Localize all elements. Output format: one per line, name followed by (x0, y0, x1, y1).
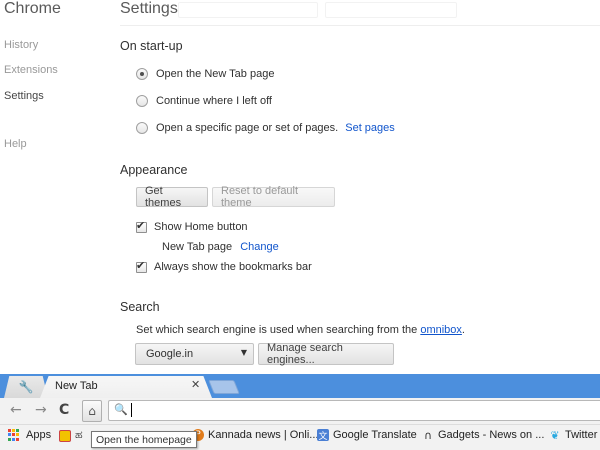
translate-icon: 文 (317, 429, 329, 442)
nav-item-extensions[interactable]: Extensions (4, 64, 58, 76)
close-icon[interactable]: ✕ (191, 378, 200, 391)
faded-overlay-field (178, 2, 318, 18)
search-description-end: . (461, 324, 465, 336)
nav-item-history[interactable]: History (4, 39, 38, 51)
faded-overlay-field (325, 2, 457, 18)
startup-option-new-tab[interactable]: Open the New Tab page (136, 68, 274, 80)
radio-button-checked[interactable] (136, 68, 148, 80)
radio-button[interactable] (136, 95, 148, 107)
appearance-section-title: Appearance (120, 163, 188, 177)
header-divider (120, 25, 600, 26)
search-engine-selected: Google.in (146, 348, 194, 360)
bookmark-icon (59, 429, 71, 442)
search-description: Set which search engine is used when sea… (136, 324, 465, 336)
headphones-icon: ∩ (423, 428, 433, 442)
radio-label: Open the New Tab page (156, 68, 275, 80)
bookmark-label: Twitter (565, 429, 598, 441)
bookmark-gadgets[interactable]: ∩ Gadgets - News on ... (422, 428, 545, 442)
dropdown-arrow-icon: ▼ (240, 348, 247, 357)
checkbox-label: Always show the bookmarks bar (154, 261, 312, 273)
home-page-change-link[interactable]: Change (240, 241, 279, 253)
twitter-icon: ❦ (550, 428, 560, 442)
home-page-value: New Tab page (162, 241, 233, 253)
omnibox-link[interactable]: omnibox (420, 324, 462, 336)
startup-option-specific-pages[interactable]: Open a specific page or set of pages. Se… (136, 122, 395, 134)
reset-theme-button[interactable]: Reset to default theme (212, 185, 335, 209)
radio-label: Open a specific page or set of pages. (156, 122, 339, 134)
set-pages-link[interactable]: Set pages (345, 122, 395, 134)
radio-button[interactable] (136, 122, 148, 134)
page-title: Settings (120, 0, 178, 17)
get-themes-button[interactable]: Get themes (136, 185, 208, 209)
chrome-settings-window: Chrome History Extensions Settings Help … (0, 0, 600, 450)
bookmark-label: ಹ (75, 429, 83, 441)
home-button-tooltip: Open the homepage (91, 431, 197, 448)
search-section-title: Search (120, 300, 160, 314)
text-caret (131, 403, 132, 417)
search-icon: 🔍 (114, 403, 128, 416)
omnibox-input[interactable] (108, 400, 600, 421)
apps-icon (8, 429, 20, 441)
bookmark-label: Kannada news | Onli... (208, 429, 319, 441)
checkbox-checked[interactable]: ✔ (136, 218, 147, 233)
tab-label: New Tab (55, 380, 98, 392)
show-bookmarks-bar-option[interactable]: ✔ Always show the bookmarks bar (136, 258, 312, 273)
home-button[interactable]: ⌂ (82, 400, 102, 422)
show-home-button-option[interactable]: ✔ Show Home button (136, 218, 248, 233)
startup-section-title: On start-up (120, 39, 183, 53)
bookmark-item[interactable]: ಹ (59, 429, 83, 442)
nav-item-settings[interactable]: Settings (4, 90, 44, 102)
bookmark-label: Google Translate (333, 429, 417, 441)
checkbox-checked[interactable]: ✔ (136, 258, 147, 273)
bookmark-label: Apps (26, 429, 52, 441)
manage-search-engines-button[interactable]: Manage search engines... (258, 342, 394, 366)
nav-title: Chrome (4, 0, 61, 17)
search-description-text: Set which search engine is used when sea… (136, 324, 421, 336)
forward-arrow-icon[interactable]: → (35, 402, 47, 418)
home-page-setting: New Tab page Change (162, 241, 279, 253)
back-arrow-icon[interactable]: ← (10, 402, 22, 418)
bookmark-google-translate[interactable]: 文 Google Translate (317, 429, 417, 442)
bookmark-label: Gadgets - News on ... (438, 429, 545, 441)
startup-option-continue[interactable]: Continue where I left off (136, 95, 272, 107)
checkmark-icon: ✔ (136, 218, 146, 232)
reload-icon[interactable]: C (59, 402, 69, 418)
bookmark-kannada-news[interactable]: P Kannada news | Onli... (192, 429, 318, 441)
checkmark-icon: ✔ (136, 258, 146, 272)
radio-label: Continue where I left off (156, 95, 272, 107)
bookmark-twitter[interactable]: ❦ Twitter (549, 428, 598, 442)
home-icon: ⌂ (88, 404, 96, 418)
nav-item-help[interactable]: Help (4, 138, 27, 150)
new-tab-button[interactable] (208, 380, 240, 394)
search-engine-select[interactable]: Google.in ▼ (135, 343, 254, 365)
checkbox-label: Show Home button (154, 221, 248, 233)
bookmark-apps[interactable]: Apps (8, 429, 51, 441)
